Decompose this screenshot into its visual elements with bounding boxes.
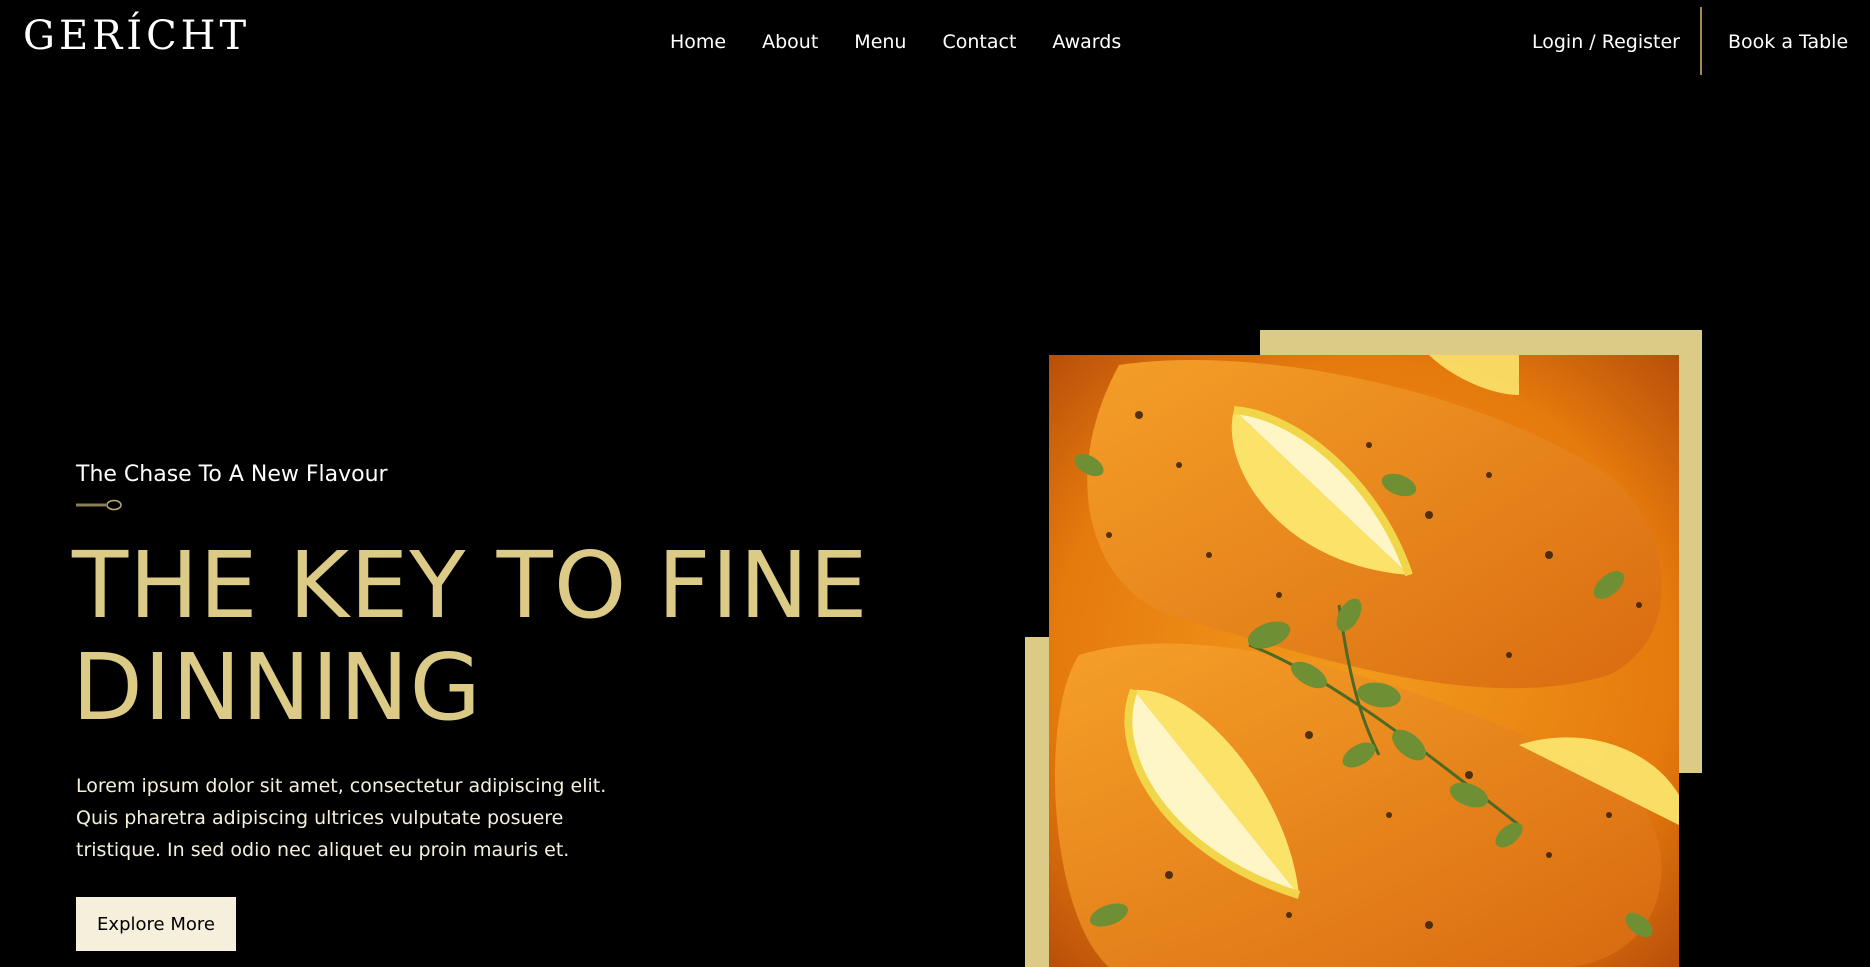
headline-line-2: DINNING bbox=[72, 634, 482, 741]
nav-home[interactable]: Home bbox=[670, 31, 726, 53]
main-nav: Home About Menu Contact Awards bbox=[670, 31, 1157, 53]
nav-awards[interactable]: Awards bbox=[1052, 31, 1121, 53]
spoon-icon bbox=[76, 499, 122, 511]
explore-more-button[interactable]: Explore More bbox=[76, 897, 236, 951]
brand-logo[interactable]: GERÍCHT bbox=[23, 16, 250, 56]
header-divider bbox=[1700, 7, 1702, 75]
salmon-dish-illustration bbox=[1049, 355, 1679, 967]
hero-description: Lorem ipsum dolor sit amet, consectetur … bbox=[76, 775, 607, 861]
hero-subtitle: The Chase To A New Flavour bbox=[76, 462, 388, 487]
book-table-link[interactable]: Book a Table bbox=[1728, 31, 1848, 53]
nav-contact[interactable]: Contact bbox=[942, 31, 1016, 53]
hero-food-image bbox=[1049, 355, 1679, 967]
headline-line-1: THE KEY TO FINE bbox=[72, 532, 869, 639]
hero-headline: THE KEY TO FINE DINNING bbox=[72, 535, 869, 739]
nav-menu[interactable]: Menu bbox=[854, 31, 906, 53]
login-register-link[interactable]: Login / Register bbox=[1532, 31, 1680, 53]
nav-about[interactable]: About bbox=[762, 31, 818, 53]
